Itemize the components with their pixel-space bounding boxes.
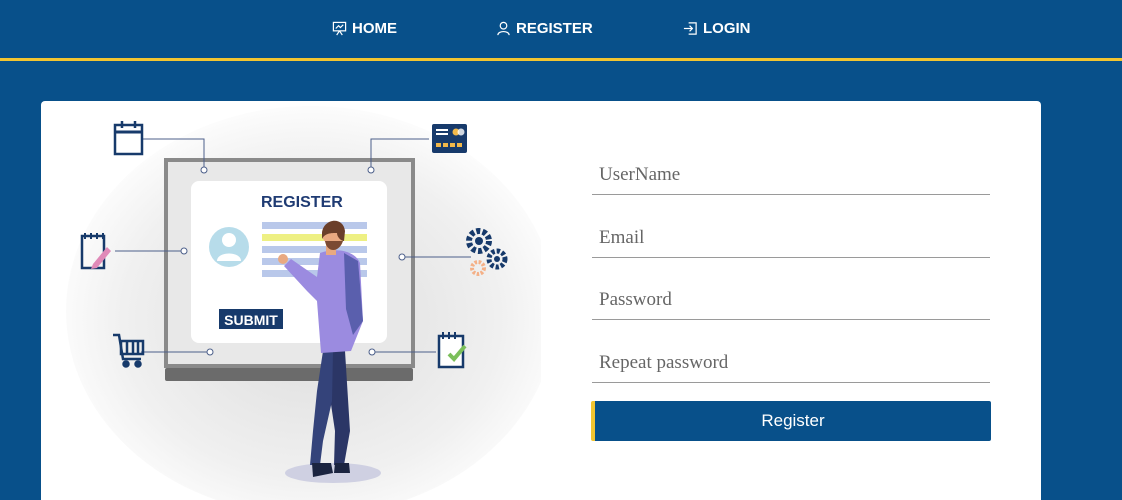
nav-login-label: LOGIN bbox=[703, 20, 751, 37]
screen-submit-label: SUBMIT bbox=[224, 312, 278, 328]
login-arrow-icon bbox=[683, 22, 697, 35]
screen-register-title: REGISTER bbox=[261, 194, 343, 211]
email-input[interactable] bbox=[592, 218, 990, 258]
nav-login-link[interactable]: LOGIN bbox=[683, 20, 751, 37]
register-card: REGISTER SUBMIT UserName Email Register bbox=[41, 101, 1041, 500]
nav-register-link[interactable]: REGISTER bbox=[496, 20, 593, 37]
repeat-password-input[interactable] bbox=[592, 343, 990, 383]
presentation-chart-icon bbox=[332, 21, 347, 36]
password-input[interactable] bbox=[592, 280, 990, 320]
username-input[interactable] bbox=[592, 155, 990, 195]
nav-register-label: REGISTER bbox=[516, 20, 593, 37]
credit-card-icon bbox=[432, 124, 467, 153]
checklist-icon bbox=[437, 332, 467, 369]
user-icon bbox=[497, 21, 510, 36]
register-illustration: REGISTER SUBMIT bbox=[66, 106, 541, 500]
nav-home-label: HOME bbox=[352, 20, 397, 37]
nav-home-link[interactable]: HOME bbox=[332, 20, 397, 37]
register-button[interactable]: Register bbox=[591, 401, 991, 441]
navbar-accent-line bbox=[0, 58, 1122, 61]
avatar-icon bbox=[209, 227, 249, 267]
top-navbar: HOME REGISTER LOGIN bbox=[0, 0, 1122, 58]
calendar-icon bbox=[113, 121, 144, 156]
